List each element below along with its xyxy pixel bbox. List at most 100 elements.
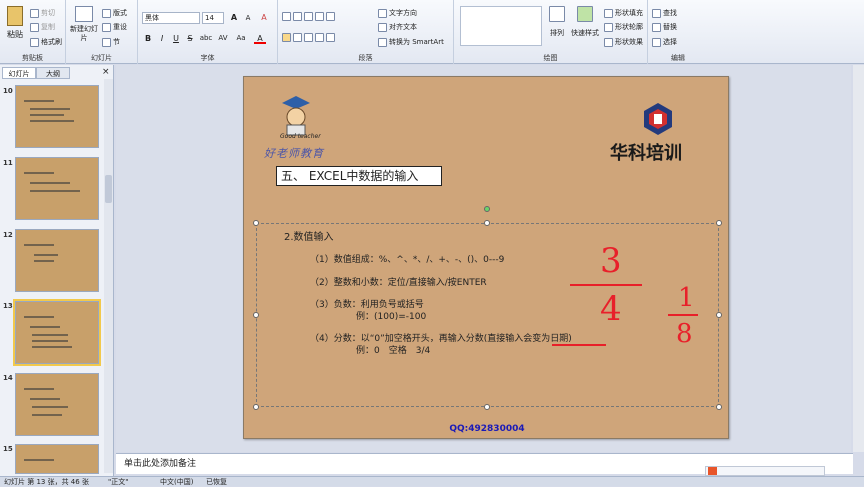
fill-label: 形状填充 [615,9,643,17]
text-direction-button[interactable]: 文字方向 [378,8,417,18]
slide-thumbnail[interactable] [15,157,99,220]
resize-handle[interactable] [253,404,259,410]
stage-scrollbar[interactable] [853,65,864,452]
reset-button[interactable]: 重设 [102,22,127,32]
text-direction-icon [378,8,387,18]
paste-label: 粘贴 [7,30,23,39]
content-item: 例：0 空格 3/4 [356,346,431,356]
arrange-button[interactable]: 排列 [546,6,568,38]
line-spacing-icon [326,12,335,21]
format-painter-button[interactable]: 格式刷 [30,37,62,47]
font-color-button[interactable]: A [254,33,266,44]
strike-button[interactable]: S [184,33,196,44]
replace-button[interactable]: 替换 [652,22,677,32]
paste-button[interactable]: 粘贴 [4,6,26,42]
numbering-icon [293,12,302,21]
close-panel-icon[interactable]: × [102,67,110,77]
list-buttons[interactable] [282,12,335,21]
shadow-button[interactable]: abc [198,33,214,44]
replace-label: 替换 [663,23,677,31]
shapes-gallery[interactable] [460,6,542,46]
find-icon [652,8,661,18]
resize-handle[interactable] [484,404,490,410]
shape-fill-button[interactable]: 形状填充 [604,8,643,18]
brush-icon [30,37,39,47]
new-slide-button[interactable]: 新建幻灯片 [70,6,98,43]
copy-icon [30,22,39,32]
editing-group: 查找 替换 选择 编辑 [648,0,708,64]
slide-canvas[interactable]: Good teacher 好老师教育 华科培训 五、 EXCEL中数据的输入 2… [243,76,729,439]
resize-handle[interactable] [253,220,259,226]
slide-title[interactable]: 五、 EXCEL中数据的输入 [276,166,442,186]
section-button[interactable]: 节 [102,37,120,47]
reset-icon [102,22,111,32]
italic-button[interactable]: I [156,33,168,44]
slide-thumbnail[interactable] [15,85,99,148]
copy-label: 复制 [41,23,55,31]
cut-button[interactable]: 剪切 [30,8,55,18]
change-case-button[interactable]: Aa [234,33,248,44]
thumb-number: 13 [3,302,13,310]
layout-icon [102,8,111,18]
clipboard-group: 粘贴 剪切 复制 格式刷 剪贴板 [0,0,66,64]
align-text-label: 对齐文本 [389,23,417,31]
font-size-select[interactable]: 14 [202,12,224,24]
content-item: （4）分数：以“0”加空格开头，再输入分数(直接输入会变为日期) [310,334,572,344]
select-button[interactable]: 选择 [652,37,677,47]
paragraph-group: 文字方向 对齐文本 转换为 SmartArt 段落 [278,0,454,64]
align-buttons[interactable] [282,33,335,42]
replace-icon [652,22,661,32]
resize-handle[interactable] [484,220,490,226]
resize-handle[interactable] [716,404,722,410]
quick-styles-icon [577,6,593,22]
shape-outline-button[interactable]: 形状轮廓 [604,22,643,32]
char-spacing-button[interactable]: AV [216,33,230,44]
layout-label: 版式 [113,9,127,17]
align-left-icon [282,33,291,42]
slide-thumbnail[interactable] [15,229,99,292]
thumb-number: 14 [3,374,13,382]
new-slide-icon [75,6,93,22]
drawing-label: 绘图 [543,54,558,62]
effects-label: 形状效果 [615,38,643,46]
bold-button[interactable]: B [142,33,154,44]
underline-button[interactable]: U [170,33,182,44]
grow-font-button[interactable]: A [228,12,240,23]
clear-format-button[interactable]: A [258,12,270,23]
shape-effects-button[interactable]: 形状效果 [604,37,643,47]
font-group: 黑体 14 A A A B I U S abc AV Aa A 字体 [138,0,278,64]
layout-button[interactable]: 版式 [102,8,127,18]
handwritten-denominator-8: 8 [676,319,693,349]
panel-scrollbar[interactable] [104,79,113,473]
brand-name: 华科培训 [610,143,682,164]
justify-icon [315,33,324,42]
status-bar: 幻灯片 第 13 张，共 46 张 "正文" 中文(中国) 已恢复 [0,476,864,486]
tab-outline[interactable]: 大纲 [36,67,70,79]
find-button[interactable]: 查找 [652,8,677,18]
resize-handle[interactable] [716,312,722,318]
qq-contact: QQ:492830004 [449,424,525,434]
handwritten-denominator-4: 4 [600,289,622,329]
smartart-label: 转换为 SmartArt [389,38,444,46]
brand-logo-icon [644,103,672,135]
thumb-number: 15 [3,445,13,453]
rotate-handle[interactable] [484,206,490,212]
fill-icon [604,8,613,18]
smartart-button[interactable]: 转换为 SmartArt [378,37,444,47]
ime-toolbar[interactable] [705,466,825,476]
resize-handle[interactable] [716,220,722,226]
tab-slides[interactable]: 幻灯片 [2,67,36,79]
scroll-thumb[interactable] [105,175,112,203]
slide-thumbnail[interactable] [15,444,99,474]
font-name-select[interactable]: 黑体 [142,12,200,24]
resize-handle[interactable] [253,312,259,318]
quick-styles-button[interactable]: 快速样式 [570,6,600,38]
copy-button[interactable]: 复制 [30,22,55,32]
slide-thumbnail-selected[interactable] [13,299,101,366]
align-text-button[interactable]: 对齐文本 [378,22,417,32]
slide-thumbnail[interactable] [15,373,99,436]
align-right-icon [304,33,313,42]
paste-icon [7,6,23,26]
shrink-font-button[interactable]: A [242,13,254,24]
arrange-icon [549,6,565,22]
